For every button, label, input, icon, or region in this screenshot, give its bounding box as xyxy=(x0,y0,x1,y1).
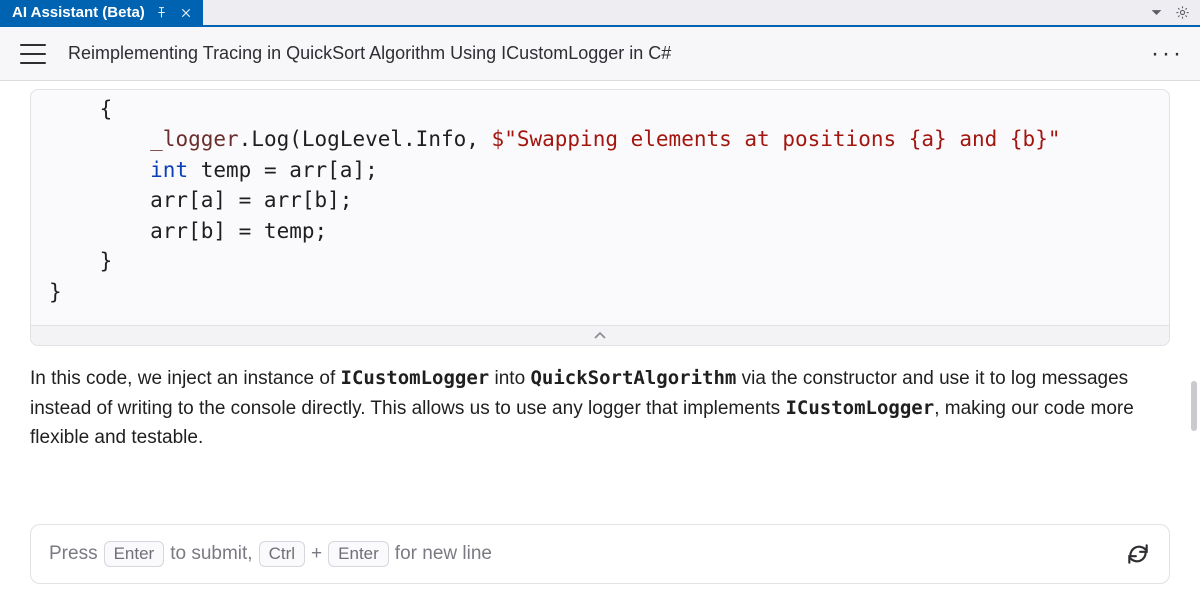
hamburger-menu-icon[interactable] xyxy=(20,44,46,64)
inline-code: ICustomLogger xyxy=(341,367,490,389)
more-options-icon[interactable]: ··· xyxy=(1151,48,1184,60)
collapse-code-icon[interactable] xyxy=(31,325,1169,345)
chat-toolbar: Reimplementing Tracing in QuickSort Algo… xyxy=(0,27,1200,81)
window-tab-ai-assistant[interactable]: AI Assistant (Beta) xyxy=(0,0,203,25)
ph-text: to submit, xyxy=(170,543,252,565)
chat-title: Reimplementing Tracing in QuickSort Algo… xyxy=(68,43,1129,64)
ph-text: Press xyxy=(49,543,98,565)
pin-icon[interactable] xyxy=(155,6,169,20)
window-tab-label: AI Assistant (Beta) xyxy=(12,4,145,21)
gear-icon[interactable] xyxy=(1174,5,1190,21)
keycap-enter: Enter xyxy=(328,541,389,567)
explain-text: In this code, we inject an instance of xyxy=(30,368,341,389)
chevron-down-icon[interactable] xyxy=(1148,5,1164,21)
composer-input[interactable]: Press Enter to submit, Ctrl + Enter for … xyxy=(30,524,1170,584)
keycap-enter: Enter xyxy=(104,541,165,567)
composer-placeholder: Press Enter to submit, Ctrl + Enter for … xyxy=(49,541,1109,567)
window-tab-strip: AI Assistant (Beta) xyxy=(0,0,1200,27)
composer-area: Press Enter to submit, Ctrl + Enter for … xyxy=(0,524,1200,600)
ph-text: + xyxy=(311,543,322,565)
explain-text: into xyxy=(489,368,530,389)
chat-scroll[interactable]: { _logger.Log(LogLevel.Info, $"Swapping … xyxy=(0,81,1200,524)
code-scroll[interactable]: { _logger.Log(LogLevel.Info, $"Swapping … xyxy=(31,90,1169,325)
window-tab-spacer xyxy=(203,0,1138,25)
ph-text: for new line xyxy=(395,543,492,565)
inline-code: QuickSortAlgorithm xyxy=(530,367,736,389)
assistant-message: In this code, we inject an instance of I… xyxy=(30,364,1170,476)
code-block: { _logger.Log(LogLevel.Info, $"Swapping … xyxy=(30,89,1170,346)
regenerate-icon[interactable] xyxy=(1125,541,1151,567)
code-content: { _logger.Log(LogLevel.Info, $"Swapping … xyxy=(49,94,1151,307)
window-right-controls xyxy=(1138,0,1200,25)
close-icon[interactable] xyxy=(179,6,193,20)
keycap-ctrl: Ctrl xyxy=(259,541,305,567)
chat-area: { _logger.Log(LogLevel.Info, $"Swapping … xyxy=(0,81,1200,524)
inline-code: ICustomLogger xyxy=(785,397,934,419)
